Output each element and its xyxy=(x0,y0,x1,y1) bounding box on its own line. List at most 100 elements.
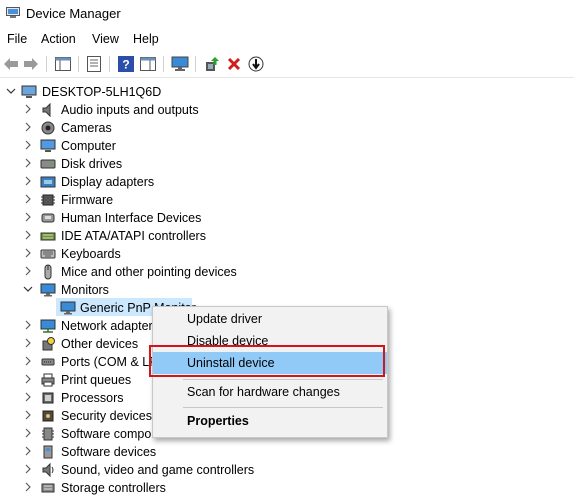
tree-root[interactable]: DESKTOP-5LH1Q6D xyxy=(0,83,220,101)
category-label: Mice and other pointing devices xyxy=(61,265,237,279)
category-label: Disk drives xyxy=(61,157,123,171)
chevron-down-icon[interactable] xyxy=(6,86,16,96)
chevron-right-icon[interactable] xyxy=(23,230,33,240)
chevron-right-icon[interactable] xyxy=(23,410,33,420)
chevron-right-icon[interactable] xyxy=(23,104,33,114)
device-manager-icon xyxy=(6,7,20,19)
other-devices-icon xyxy=(40,336,56,352)
sound-controller-icon xyxy=(40,462,56,478)
tree-category-sound-video-and-game-controllers[interactable]: Sound, video and game controllers xyxy=(0,461,300,479)
chevron-right-icon[interactable] xyxy=(23,266,33,276)
update-driver-icon[interactable] xyxy=(203,55,221,73)
monitor-icon xyxy=(40,282,56,298)
printer-icon xyxy=(40,372,56,388)
ctx-properties[interactable]: Properties xyxy=(153,410,387,432)
computer-icon xyxy=(40,138,56,154)
category-label: Audio inputs and outputs xyxy=(61,103,199,117)
chevron-right-icon[interactable] xyxy=(23,482,33,492)
category-label: Human Interface Devices xyxy=(61,211,202,225)
display-adapter-icon xyxy=(40,174,56,190)
category-label: Network adapters xyxy=(61,319,159,333)
menu-bar: File Action View Help xyxy=(0,30,574,50)
computer-root-icon xyxy=(21,84,37,100)
firmware-chip-icon xyxy=(40,192,56,208)
chevron-right-icon[interactable] xyxy=(23,140,33,150)
disable-device-icon[interactable] xyxy=(247,55,265,73)
chevron-right-icon[interactable] xyxy=(23,392,33,402)
back-arrow-icon[interactable] xyxy=(2,55,20,73)
category-label: Display adapters xyxy=(61,175,155,189)
chevron-down-icon[interactable] xyxy=(23,284,33,294)
network-adapter-icon xyxy=(40,318,56,334)
tree-category-monitors[interactable]: Monitors xyxy=(0,281,300,299)
category-label: Cameras xyxy=(61,121,112,135)
disk-drive-icon xyxy=(40,156,56,172)
properties-icon[interactable] xyxy=(85,55,103,73)
chevron-right-icon[interactable] xyxy=(23,248,33,258)
speaker-icon xyxy=(40,102,56,118)
scan-monitor-icon[interactable] xyxy=(171,55,189,73)
menu-action[interactable]: Action xyxy=(41,32,76,46)
show-hide-console-tree-icon[interactable] xyxy=(54,55,72,73)
chevron-right-icon[interactable] xyxy=(23,446,33,456)
ctx-separator xyxy=(183,379,383,380)
tree-category-storage-controllers[interactable]: Storage controllers xyxy=(0,479,300,497)
keyboard-icon xyxy=(40,246,56,262)
menu-view[interactable]: View xyxy=(92,32,119,46)
port-icon xyxy=(40,354,56,370)
chevron-right-icon[interactable] xyxy=(23,428,33,438)
svg-text:?: ? xyxy=(122,58,129,72)
storage-controller-icon xyxy=(40,480,56,496)
category-label: Print queues xyxy=(61,373,132,387)
tree-category-ide-ata-atapi-controllers[interactable]: IDE ATA/ATAPI controllers xyxy=(0,227,300,245)
tree-category-display-adapters[interactable]: Display adapters xyxy=(0,173,300,191)
chevron-right-icon[interactable] xyxy=(23,122,33,132)
tree-category-software-devices[interactable]: Software devices xyxy=(0,443,300,461)
category-label: Keyboards xyxy=(61,247,121,261)
chevron-right-icon[interactable] xyxy=(23,176,33,186)
monitor-icon xyxy=(60,300,76,316)
title-bar: Device Manager xyxy=(0,0,574,28)
root-label: DESKTOP-5LH1Q6D xyxy=(42,85,162,99)
tree-category-cameras[interactable]: Cameras xyxy=(0,119,300,137)
menu-help[interactable]: Help xyxy=(133,32,159,46)
chevron-right-icon[interactable] xyxy=(23,158,33,168)
category-label: Sound, video and game controllers xyxy=(61,463,255,477)
chevron-right-icon[interactable] xyxy=(23,320,33,330)
category-label: IDE ATA/ATAPI controllers xyxy=(61,229,206,243)
camera-icon xyxy=(40,120,56,136)
annotation-highlight-box xyxy=(149,345,385,377)
chevron-right-icon[interactable] xyxy=(23,212,33,222)
category-label: Computer xyxy=(61,139,116,153)
tree-category-mice-and-other-pointing-devices[interactable]: Mice and other pointing devices xyxy=(0,263,300,281)
tree-category-audio-inputs-and-outputs[interactable]: Audio inputs and outputs xyxy=(0,101,300,119)
action-pane-icon[interactable] xyxy=(139,55,157,73)
mouse-icon xyxy=(40,264,56,280)
window-title: Device Manager xyxy=(26,6,121,21)
tree-category-human-interface-devices[interactable]: Human Interface Devices xyxy=(0,209,300,227)
software-component-icon xyxy=(40,426,56,442)
chevron-right-icon[interactable] xyxy=(23,356,33,366)
chevron-right-icon[interactable] xyxy=(23,374,33,384)
ctx-separator xyxy=(183,407,383,408)
chevron-right-icon[interactable] xyxy=(23,338,33,348)
forward-arrow-icon[interactable] xyxy=(22,55,40,73)
hid-icon xyxy=(40,210,56,226)
chevron-right-icon[interactable] xyxy=(23,464,33,474)
toolbar: ? xyxy=(0,52,574,78)
tree-category-firmware[interactable]: Firmware xyxy=(0,191,300,209)
category-label: Software devices xyxy=(61,445,157,459)
ctx-scan-hardware[interactable]: Scan for hardware changes xyxy=(153,381,387,403)
category-label: Firmware xyxy=(61,193,114,207)
menu-file[interactable]: File xyxy=(7,32,27,46)
category-label: Processors xyxy=(61,391,124,405)
tree-category-disk-drives[interactable]: Disk drives xyxy=(0,155,300,173)
tree-category-keyboards[interactable]: Keyboards xyxy=(0,245,300,263)
chevron-right-icon[interactable] xyxy=(23,194,33,204)
processor-icon xyxy=(40,390,56,406)
ctx-update-driver[interactable]: Update driver xyxy=(153,308,387,330)
category-label: Storage controllers xyxy=(61,481,166,495)
uninstall-x-icon[interactable] xyxy=(225,55,243,73)
help-icon[interactable]: ? xyxy=(117,55,135,73)
tree-category-computer[interactable]: Computer xyxy=(0,137,300,155)
